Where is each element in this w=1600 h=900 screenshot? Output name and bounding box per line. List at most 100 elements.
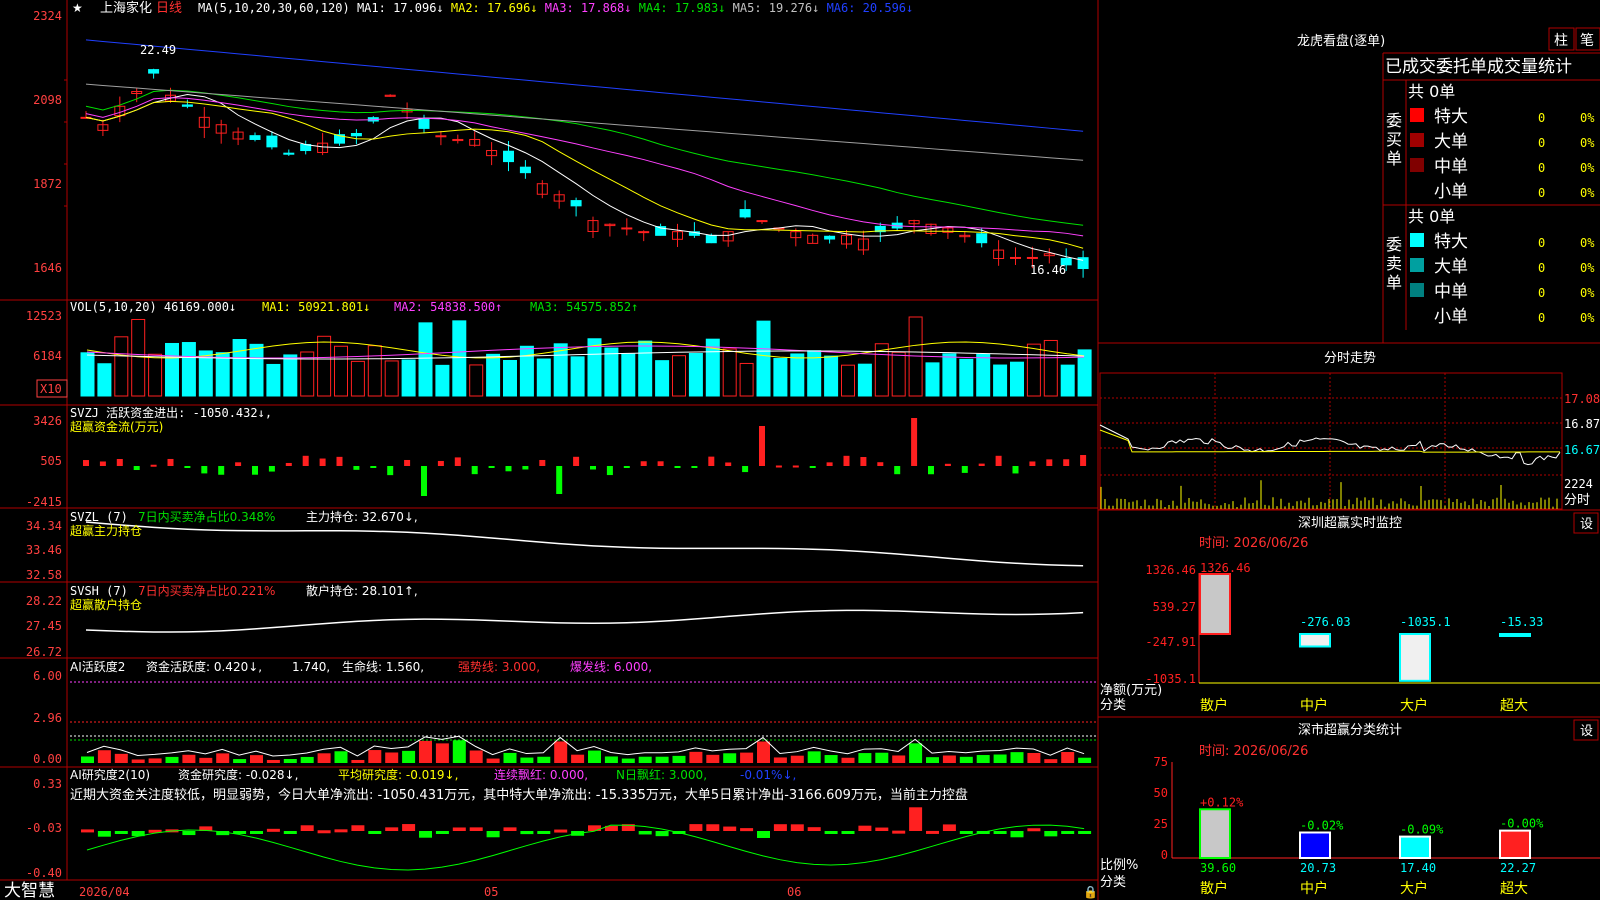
svzj-sub: 超赢资金流(万元): [70, 419, 163, 434]
monitor-tick: 1326.46: [1145, 563, 1196, 577]
fund-flow-bar: [826, 462, 833, 466]
title-bar: ★ 上海家化 日线: [72, 0, 182, 16]
intraday-frame: [1099, 372, 1563, 510]
activity-bar: [807, 751, 821, 763]
activity-bar: [926, 757, 939, 763]
fund-flow-bar: [201, 466, 208, 474]
research-bar: [97, 831, 111, 837]
svsh-tick: 26.72: [26, 645, 62, 659]
air-tick: -0.03: [26, 821, 62, 835]
ai-activity-chart[interactable]: [70, 681, 1098, 763]
air-tick: -0.40: [26, 866, 62, 880]
research-bar: [875, 827, 889, 831]
monitor-value: 1326.46: [1200, 561, 1251, 575]
fund-flow-bar: [99, 461, 106, 466]
fund-flow-bar: [302, 455, 309, 466]
volume-bar: [418, 322, 433, 397]
favorite-star-icon[interactable]: ★: [72, 1, 83, 15]
activity-bar: [638, 756, 652, 763]
main-holding-chart[interactable]: [85, 521, 1084, 567]
ai-tick: 2.96: [33, 711, 62, 725]
candle: [266, 135, 278, 148]
volume-chart[interactable]: [80, 316, 1092, 397]
fund-flow-bar: [437, 460, 444, 466]
high-price-mark: 22.49: [140, 43, 176, 57]
monitor-chart[interactable]: 1326.46 539.27 -247.91 -1035.1 1326.46 散户 -276…: [1145, 561, 1600, 714]
kline-chart[interactable]: [80, 39, 1089, 278]
activity-bar: [554, 741, 568, 763]
ai-legend-6: 爆发线: 6.000,: [570, 659, 652, 674]
intraday-chart[interactable]: [1099, 372, 1563, 510]
fund-flow-bar: [775, 465, 782, 468]
activity-bar: [773, 757, 787, 763]
monitor-xlabel: 分类: [1100, 698, 1126, 713]
fund-flow-bar: [522, 466, 529, 470]
activity-bar: [520, 757, 534, 763]
volume-bar: [824, 355, 839, 397]
activity-bar: [537, 756, 551, 763]
volume-bar: [688, 352, 703, 397]
research-bar: [368, 831, 382, 834]
research-bar: [537, 831, 551, 834]
order-type-label: 大单: [1434, 132, 1468, 152]
ma-legend-item: MA2: 17.696↓: [451, 1, 545, 15]
volume-bar: [857, 363, 872, 397]
lock-icon[interactable]: 🔒: [1083, 885, 1098, 899]
fund-flow-bar: [792, 465, 799, 468]
side-labels: 委买单 委卖单: [1386, 111, 1402, 292]
activity-bar: [571, 754, 585, 763]
fund-flow-bar: [640, 461, 647, 466]
stat-chart[interactable]: 75 50 25 0 +0.12% 39.60 散户 -0.02% 20.73 中户 -0.09% 1…: [1154, 755, 1600, 897]
volume-bar: [519, 345, 534, 397]
fund-flow-bar: [606, 466, 613, 476]
activity-bar: [334, 751, 348, 763]
stat-value: 20.73: [1300, 861, 1336, 875]
stat-tick: 25: [1154, 817, 1168, 831]
fund-flow-bar: [1046, 459, 1053, 466]
air-legend-5: N日飘红: 3.000,: [616, 767, 707, 782]
stat-change: -0.00%: [1500, 817, 1544, 831]
period-label[interactable]: 日线: [156, 1, 182, 16]
tick-mode-label: 笔: [1580, 33, 1594, 49]
svzl-legend3: 主力持仓: 32.670↓,: [306, 509, 418, 524]
volume-bar: [1060, 364, 1075, 397]
order-color-swatch: [1410, 233, 1424, 247]
activity-bar: [824, 755, 838, 763]
activity-bar: [131, 759, 145, 763]
stat-bar: [1199, 808, 1231, 859]
svzl-tick: 32.58: [26, 568, 62, 582]
ai-research-chart[interactable]: [81, 807, 1092, 871]
vol-legend: VOL(5,10,20) 46169.000↓: [70, 300, 236, 314]
candle: [1026, 256, 1038, 259]
price-tick: 1646: [33, 261, 62, 275]
svzl-tick: 34.34: [26, 519, 62, 533]
ai-legend-4: 生命线: 1.560,: [342, 659, 424, 674]
fund-flow-bar: [150, 464, 157, 467]
monitor-value: -1035.1: [1400, 615, 1451, 629]
volume-bar: [283, 354, 298, 397]
intraday-unit: 分时: [1564, 493, 1590, 508]
order-count: 0: [1538, 311, 1545, 325]
fund-flow-bar: [573, 456, 580, 466]
ma-legend-item: MA5: 19.276↓: [733, 1, 827, 15]
ai-tick: 6.00: [33, 669, 62, 683]
vol-ma1: MA1: 50921.801↓: [262, 300, 370, 314]
fund-flow-bar: [184, 466, 191, 468]
candle: [350, 133, 362, 137]
activity-bar: [892, 755, 906, 763]
retail-holding-chart[interactable]: [85, 609, 1084, 633]
order-pct: 0%: [1580, 136, 1595, 150]
panel-frames: [0, 0, 1600, 900]
date-label: 05: [484, 885, 498, 899]
air-tick: 0.33: [33, 777, 62, 791]
vol-tick: 6184: [33, 349, 62, 363]
research-bar: [283, 831, 297, 834]
svzj-tick: -2415: [26, 495, 62, 509]
fund-flow-chart[interactable]: [83, 418, 1087, 496]
activity-curve: [86, 735, 1085, 757]
research-bar: [993, 831, 1007, 834]
activity-bar: [1010, 752, 1024, 763]
fund-flow-bar: [133, 466, 140, 471]
research-bar: [638, 831, 652, 835]
volume-bar: [97, 363, 112, 397]
